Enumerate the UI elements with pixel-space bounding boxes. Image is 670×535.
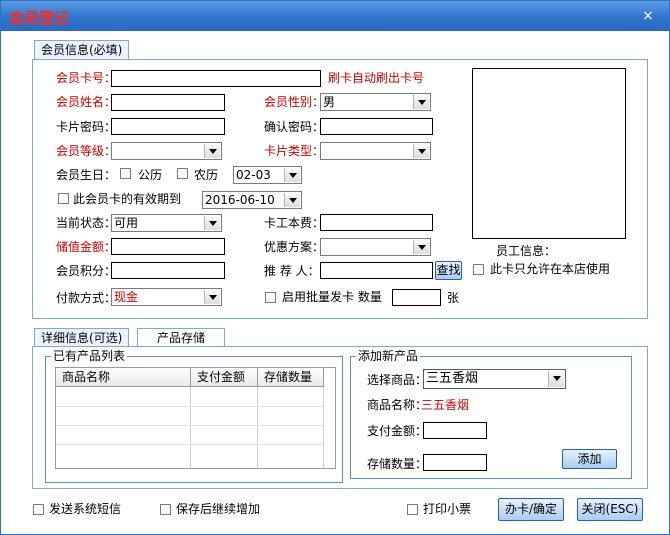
card-no-input[interactable]	[111, 70, 321, 87]
name-input[interactable]	[111, 94, 225, 111]
select-product-label: 选择商品：	[367, 373, 428, 387]
chevron-down-icon[interactable]	[204, 144, 220, 158]
card-fee-label: 卡工本费：	[264, 216, 325, 230]
chevron-down-icon[interactable]	[284, 193, 300, 207]
photo-box[interactable]	[472, 68, 626, 239]
close-icon[interactable]: ×	[641, 9, 655, 23]
chevron-down-icon[interactable]	[413, 240, 429, 254]
chevron-down-icon[interactable]	[413, 95, 429, 109]
chevron-down-icon[interactable]	[548, 371, 564, 387]
print-checkbox[interactable]	[407, 504, 418, 515]
confirm-button[interactable]: 办卡/确定	[498, 498, 564, 521]
gender-select[interactable]: 男	[320, 93, 431, 111]
card-fee-input[interactable]	[320, 214, 433, 231]
validity-checkbox[interactable]	[58, 193, 69, 204]
points-label: 会员积分：	[56, 264, 117, 278]
product-name-value: 三五香烟	[421, 398, 470, 412]
grid-line	[323, 387, 324, 468]
discount-label: 优惠方案：	[264, 240, 325, 254]
store-only-label: 此卡只允许在本店使用	[490, 262, 611, 276]
member-registration-window: 会员登记 × 会员信息(必填) 会员卡号： 刷卡自动刷出卡号 会员姓名： 会员性…	[0, 0, 670, 535]
validity-value: 2016-06-10	[205, 193, 275, 207]
card-pwd-label: 卡片密码：	[56, 120, 117, 134]
discount-select[interactable]	[320, 238, 431, 256]
product-pay-label: 支付金额：	[367, 424, 428, 438]
stored-input[interactable]	[111, 238, 225, 255]
referrer-input[interactable]	[320, 262, 433, 279]
confirm-pwd-label: 确认密码：	[264, 120, 325, 134]
chevron-down-icon[interactable]	[284, 168, 300, 182]
column-header[interactable]: 商品名称	[56, 368, 191, 387]
add-product-legend: 添加新产品	[356, 349, 421, 363]
grid-line	[56, 444, 324, 445]
pay-select[interactable]: 现金	[111, 288, 222, 306]
status-select[interactable]: 可用	[111, 214, 222, 232]
lunar-checkbox[interactable]	[177, 168, 188, 179]
column-header[interactable]: 支付金额	[191, 368, 258, 387]
pay-label: 付款方式：	[56, 291, 117, 305]
product-list-legend: 已有产品列表	[51, 349, 128, 363]
continue-label: 保存后继续增加	[176, 502, 261, 516]
gender-label: 会员性别：	[264, 95, 325, 109]
solar-label: 公历	[138, 168, 163, 182]
search-button[interactable]: 查找	[435, 261, 462, 280]
grid-line	[257, 387, 258, 468]
sms-checkbox[interactable]	[33, 504, 44, 515]
status-label: 当前状态：	[56, 216, 117, 230]
birthday-label: 会员生日：	[56, 168, 117, 182]
chevron-down-icon[interactable]	[413, 144, 429, 158]
product-select-value: 三五香烟	[426, 371, 479, 386]
product-qty-label: 存储数量：	[367, 457, 428, 471]
level-label: 会员等级：	[56, 144, 117, 158]
batch-qty-input[interactable]	[392, 289, 441, 306]
grid-line	[56, 425, 324, 426]
referrer-label: 推 荐 人：	[264, 264, 320, 278]
card-no-label: 会员卡号：	[56, 71, 117, 85]
column-header[interactable]: 存储数量	[258, 368, 324, 387]
close-button[interactable]: 关闭(ESC)	[577, 498, 643, 521]
grid-line	[56, 406, 324, 407]
chevron-down-icon[interactable]	[204, 216, 220, 230]
product-table[interactable]: 商品名称 支付金额 存储数量	[55, 367, 336, 469]
level-select[interactable]	[111, 142, 222, 160]
tab-product-storage[interactable]: 产品存储	[137, 328, 225, 347]
stored-label: 储值金额：	[56, 240, 117, 254]
continue-checkbox[interactable]	[160, 504, 171, 515]
card-type-label: 卡片类型：	[264, 144, 325, 158]
print-label: 打印小票	[423, 502, 472, 516]
birthday-select[interactable]: 02-03	[233, 166, 302, 184]
batch-label: 启用批量发卡 数量	[282, 290, 382, 304]
product-name-label: 商品名称：	[367, 398, 428, 412]
product-pay-input[interactable]	[423, 422, 487, 439]
validity-label: 此会员卡的有效期到	[73, 192, 182, 206]
solar-checkbox[interactable]	[120, 168, 131, 179]
staff-info-label: 员工信息：	[496, 244, 557, 258]
product-qty-input[interactable]	[423, 454, 487, 471]
validity-date-picker[interactable]: 2016-06-10	[202, 191, 302, 209]
gender-value: 男	[323, 95, 336, 109]
card-pwd-input[interactable]	[111, 118, 225, 135]
birthday-value: 02-03	[236, 168, 271, 182]
pay-value: 现金	[114, 290, 139, 304]
card-type-select[interactable]	[320, 142, 431, 160]
store-only-checkbox[interactable]	[473, 264, 484, 275]
status-value: 可用	[114, 216, 139, 230]
tab-detail[interactable]: 详细信息(可选)	[34, 328, 130, 347]
confirm-pwd-input[interactable]	[320, 118, 433, 135]
card-no-hint: 刷卡自动刷出卡号	[328, 71, 425, 85]
batch-unit: 张	[447, 291, 460, 305]
grid-line	[190, 387, 191, 468]
batch-checkbox[interactable]	[265, 292, 276, 303]
add-product-button[interactable]: 添加	[562, 449, 617, 469]
title-bar: 会员登记 ×	[1, 1, 669, 31]
name-label: 会员姓名：	[56, 95, 117, 109]
product-select[interactable]: 三五香烟	[423, 369, 566, 389]
points-input[interactable]	[111, 262, 225, 279]
chevron-down-icon[interactable]	[204, 290, 220, 304]
tab-member-info[interactable]: 会员信息(必填)	[34, 40, 130, 59]
window-title: 会员登记	[9, 9, 70, 27]
lunar-label: 农历	[194, 168, 219, 182]
sms-label: 发送系统短信	[49, 502, 122, 516]
